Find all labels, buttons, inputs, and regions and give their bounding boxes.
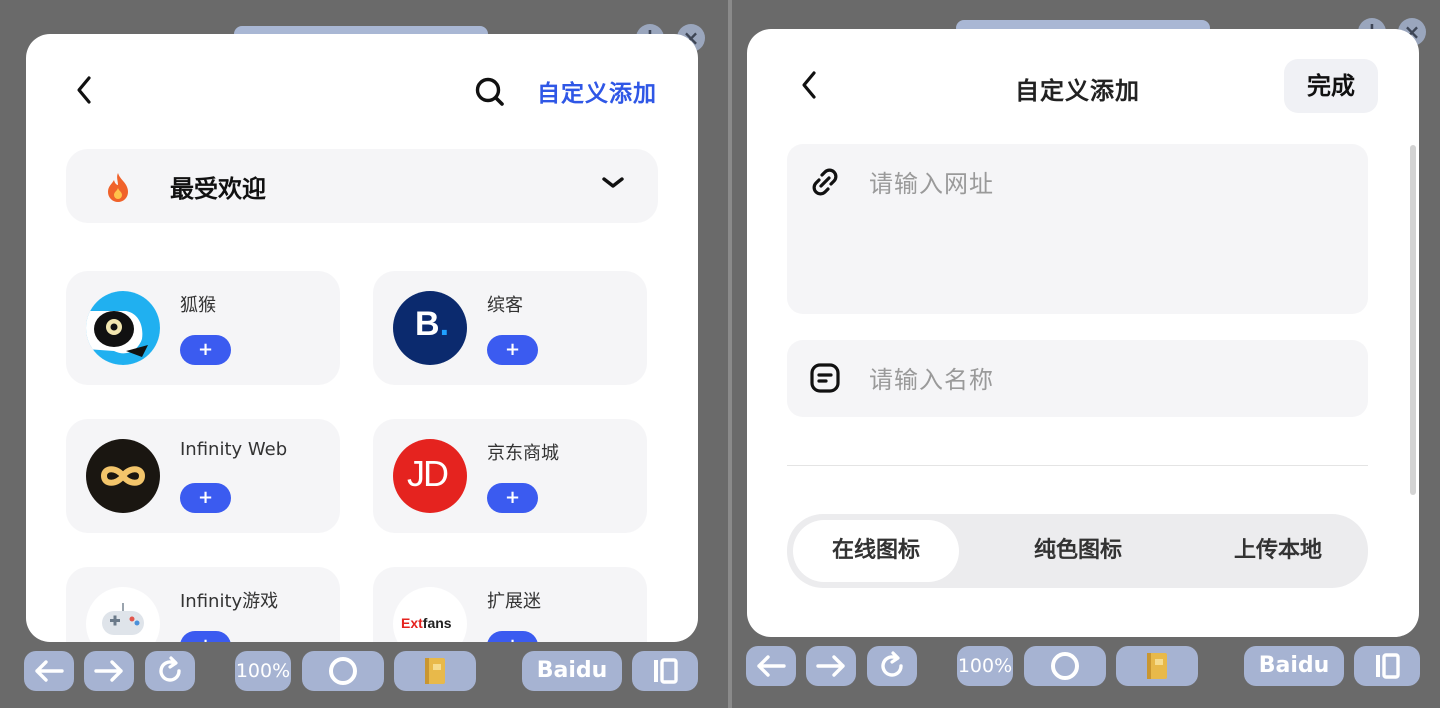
home-button[interactable] xyxy=(1024,646,1106,686)
name-icon xyxy=(809,362,841,398)
name-field[interactable]: 请输入名称 xyxy=(787,340,1368,417)
sidebar-toggle-button[interactable] xyxy=(632,651,698,691)
icon-type-tabs: 在线图标 纯色图标 上传本地 xyxy=(787,514,1368,588)
booking-logo-text: B. xyxy=(415,305,450,343)
home-button[interactable] xyxy=(302,651,384,691)
infinity-logo xyxy=(86,439,160,513)
refresh-icon xyxy=(881,651,903,677)
back-nav-button[interactable] xyxy=(746,646,796,686)
lemur-logo xyxy=(86,291,160,365)
app-picker-card: 自定义添加 最受欢迎 狐猴 + B. 缤客 + Infinity Web + J… xyxy=(26,34,698,642)
zoom-level[interactable]: 100% xyxy=(235,651,291,691)
sidebar-icon xyxy=(1376,653,1400,679)
url-placeholder: 请输入网址 xyxy=(869,170,994,198)
app-tile: Infinity Web + xyxy=(66,419,340,533)
custom-add-link[interactable]: 自定义添加 xyxy=(537,74,657,108)
app-name: 狐猴 xyxy=(180,295,216,316)
refresh-button[interactable] xyxy=(867,646,917,686)
chevron-down-icon xyxy=(600,175,626,195)
zoom-level[interactable]: 100% xyxy=(957,646,1013,686)
arrow-right-icon xyxy=(94,660,123,682)
search-icon[interactable] xyxy=(474,76,504,106)
scrollbar[interactable] xyxy=(1410,145,1416,495)
refresh-icon xyxy=(159,656,181,682)
back-icon[interactable] xyxy=(74,74,94,112)
app-name: 缤客 xyxy=(487,295,523,316)
app-name: 扩展迷 xyxy=(487,591,541,612)
sidebar-toggle-button[interactable] xyxy=(1354,646,1420,686)
jd-logo: JD xyxy=(393,439,467,513)
divider xyxy=(787,465,1368,466)
search-engine-button[interactable]: Baidu xyxy=(522,651,622,691)
bookmarks-button[interactable] xyxy=(1116,646,1198,686)
page-title: 自定义添加 xyxy=(1015,77,1140,105)
extfans-logo: Extfans xyxy=(393,587,467,642)
booking-logo: B. xyxy=(393,291,467,365)
link-icon xyxy=(809,166,841,202)
app-tile: JD 京东商城 + xyxy=(373,419,647,533)
app-name: Infinity游戏 xyxy=(180,591,279,612)
app-name: 京东商城 xyxy=(487,443,559,464)
forward-nav-button[interactable] xyxy=(806,646,856,686)
arrow-left-icon xyxy=(35,660,64,682)
tab-online-icon[interactable]: 在线图标 xyxy=(793,520,959,582)
circle-icon xyxy=(1051,652,1079,680)
add-button[interactable]: + xyxy=(180,335,231,365)
add-button[interactable]: + xyxy=(180,631,231,642)
category-label: 最受欢迎 xyxy=(170,175,266,203)
jd-logo-text: JD xyxy=(407,453,449,494)
circle-icon xyxy=(329,657,357,685)
category-dropdown[interactable]: 最受欢迎 xyxy=(66,149,658,223)
name-placeholder: 请输入名称 xyxy=(869,366,994,394)
app-name: Infinity Web xyxy=(180,439,288,460)
sidebar-icon xyxy=(654,658,678,684)
notebook-icon xyxy=(425,658,445,684)
arrow-right-icon xyxy=(816,655,845,677)
done-button[interactable]: 完成 xyxy=(1284,59,1378,113)
search-engine-button[interactable]: Baidu xyxy=(1244,646,1344,686)
app-tile: Infinity游戏 + xyxy=(66,567,340,642)
add-button[interactable]: + xyxy=(487,483,538,513)
app-tile: 狐猴 + xyxy=(66,271,340,385)
flame-icon xyxy=(104,171,132,207)
add-button[interactable]: + xyxy=(487,631,538,642)
add-button[interactable]: + xyxy=(180,483,231,513)
tab-solid-icon[interactable]: 纯色图标 xyxy=(995,520,1161,582)
left-pane: + × 自定义添加 最受欢迎 狐猴 + B xyxy=(0,0,728,708)
back-nav-button[interactable] xyxy=(24,651,74,691)
tab-upload-local[interactable]: 上传本地 xyxy=(1195,520,1361,582)
forward-nav-button[interactable] xyxy=(84,651,134,691)
gamepad-logo xyxy=(86,587,160,642)
app-tile: B. 缤客 + xyxy=(373,271,647,385)
arrow-left-icon xyxy=(757,655,786,677)
right-pane: + × 自定义添加 完成 请输入网址 请输入名称 在线图标 纯色图标 上传本地 xyxy=(732,0,1440,708)
add-button[interactable]: + xyxy=(487,335,538,365)
app-tile: Extfans 扩展迷 + xyxy=(373,567,647,642)
back-icon[interactable] xyxy=(799,69,819,107)
url-field[interactable]: 请输入网址 xyxy=(787,144,1368,314)
bookmarks-button[interactable] xyxy=(394,651,476,691)
refresh-button[interactable] xyxy=(145,651,195,691)
notebook-icon xyxy=(1147,653,1167,679)
extfans-logo-text: Extfans xyxy=(401,615,452,631)
custom-add-card: 自定义添加 完成 请输入网址 请输入名称 在线图标 纯色图标 上传本地 xyxy=(747,29,1419,637)
